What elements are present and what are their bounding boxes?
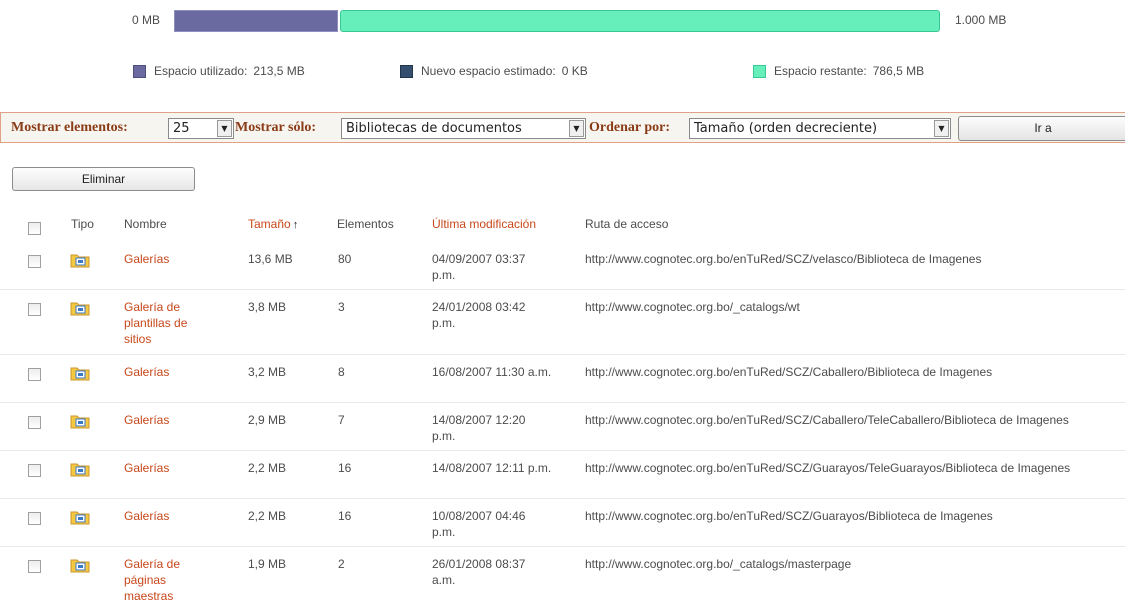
folder-library-icon bbox=[70, 415, 90, 429]
legend-used-label: Espacio utilizado: bbox=[154, 64, 248, 78]
row-last-modified: 10/08/2007 04:46 p.m. bbox=[432, 509, 526, 539]
row-last-modified: 04/09/2007 03:37 p.m. bbox=[432, 252, 526, 282]
select-all-checkbox[interactable] bbox=[28, 222, 41, 235]
filter-toolbar: Mostrar elementos: 25 ▼ Mostrar sólo: Bi… bbox=[0, 112, 1125, 143]
row-checkbox[interactable] bbox=[28, 464, 41, 477]
row-path: http://www.cognotec.org.bo/enTuRed/SCZ/G… bbox=[585, 509, 993, 523]
delete-button[interactable]: Eliminar bbox=[12, 167, 195, 191]
table-header: Tipo Nombre Tamaño ↑ Elementos Última mod… bbox=[0, 213, 1125, 239]
table-row: Galería de plantillas de sitios 3,8 MB 3 24… bbox=[0, 290, 1125, 355]
quota-min-label: 0 MB bbox=[132, 13, 161, 27]
storage-quota-panel: 0 MB 1.000 MB Espacio utilizado: 213,5 M… bbox=[0, 0, 1125, 100]
row-items: 80 bbox=[338, 252, 352, 266]
folder-library-icon bbox=[70, 302, 90, 316]
row-checkbox[interactable] bbox=[28, 303, 41, 316]
row-name-link[interactable]: Galerías bbox=[124, 412, 204, 428]
column-items[interactable]: Elementos bbox=[337, 217, 394, 231]
row-checkbox[interactable] bbox=[28, 255, 41, 268]
row-last-modified: 16/08/2007 11:30 a.m. bbox=[432, 365, 552, 379]
row-path: http://www.cognotec.org.bo/_catalogs/wt bbox=[585, 300, 800, 314]
legend-used: Espacio utilizado: 213,5 MB bbox=[133, 64, 305, 78]
show-items-select[interactable]: 25 ▼ bbox=[168, 118, 234, 139]
row-size: 13,6 MB bbox=[248, 252, 293, 266]
column-type: Tipo bbox=[71, 217, 94, 231]
folder-library-icon bbox=[70, 367, 90, 381]
chevron-down-icon[interactable]: ▼ bbox=[934, 120, 949, 137]
row-items: 8 bbox=[338, 365, 345, 379]
legend-new-value: 0 KB bbox=[561, 64, 588, 78]
chevron-down-icon[interactable]: ▼ bbox=[217, 120, 232, 137]
show-only-value: Bibliotecas de documentos bbox=[346, 121, 522, 136]
legend-used-value: 213,5 MB bbox=[253, 64, 305, 78]
folder-library-icon bbox=[70, 254, 90, 268]
table-row: Galerías 2,9 MB 7 14/08/2007 12:20 p.m. http… bbox=[0, 403, 1125, 451]
legend-free-value: 786,5 MB bbox=[872, 64, 925, 78]
row-name-link[interactable]: Galerías bbox=[124, 460, 204, 476]
legend-new-label: Nuevo espacio estimado: bbox=[421, 64, 556, 78]
row-size: 3,8 MB bbox=[248, 300, 287, 314]
table-row: Galerías 3,2 MB 8 16/08/2007 11:30 a.m. http… bbox=[0, 355, 1125, 403]
sort-by-label: Ordenar por: bbox=[589, 120, 671, 135]
row-path: http://www.cognotec.org.bo/_catalogs/mas… bbox=[585, 557, 852, 571]
column-size-label[interactable]: Tamaño bbox=[248, 217, 291, 231]
row-checkbox[interactable] bbox=[28, 368, 41, 381]
quota-bar-used bbox=[174, 10, 338, 32]
row-size: 2,2 MB bbox=[248, 509, 287, 523]
folder-library-icon bbox=[70, 559, 90, 573]
row-path: http://www.cognotec.org.bo/enTuRed/SCZ/G… bbox=[585, 461, 1071, 475]
row-items: 2 bbox=[338, 557, 345, 571]
column-last-modified[interactable]: Última modificación bbox=[432, 217, 536, 231]
row-checkbox[interactable] bbox=[28, 560, 41, 573]
row-checkbox[interactable] bbox=[28, 512, 41, 525]
row-size: 2,9 MB bbox=[248, 413, 287, 427]
quota-bar-free bbox=[340, 10, 940, 32]
row-items: 7 bbox=[338, 413, 345, 427]
table-row: Galería de páginas maestras 1,9 MB 2 26/01/… bbox=[0, 547, 1125, 604]
sort-ascending-icon: ↑ bbox=[292, 219, 299, 231]
row-last-modified: 14/08/2007 12:11 p.m. bbox=[432, 461, 552, 475]
show-only-label: Mostrar sólo: bbox=[235, 120, 316, 135]
legend-new: Nuevo espacio estimado: 0 KB bbox=[400, 64, 588, 78]
row-size: 1,9 MB bbox=[248, 557, 287, 571]
go-button[interactable]: Ir a bbox=[958, 116, 1125, 141]
legend-used-swatch bbox=[133, 64, 146, 78]
quota-bar bbox=[174, 10, 940, 32]
legend-free-swatch bbox=[753, 64, 766, 78]
quota-max-label: 1.000 MB bbox=[955, 13, 1007, 27]
row-path: http://www.cognotec.org.bo/enTuRed/SCZ/C… bbox=[585, 365, 993, 379]
show-only-select[interactable]: Bibliotecas de documentos ▼ bbox=[341, 118, 586, 139]
row-path: http://www.cognotec.org.bo/enTuRed/SCZ/v… bbox=[585, 252, 982, 266]
row-name-link[interactable]: Galerías bbox=[124, 364, 204, 380]
table-row: Galerías 2,2 MB 16 10/08/2007 04:46 p.m. htt… bbox=[0, 499, 1125, 547]
legend-new-swatch bbox=[400, 64, 413, 78]
table-row: Galerías 13,6 MB 80 04/09/2007 03:37 p.m. ht… bbox=[0, 242, 1125, 290]
column-name[interactable]: Nombre bbox=[124, 217, 167, 231]
table-row: Galerías 2,2 MB 16 14/08/2007 12:11 p.m. htt… bbox=[0, 451, 1125, 499]
row-checkbox[interactable] bbox=[28, 416, 41, 429]
row-name-link[interactable]: Galerías bbox=[124, 251, 204, 267]
row-name-link[interactable]: Galerías bbox=[124, 508, 204, 524]
column-path[interactable]: Ruta de acceso bbox=[585, 217, 668, 231]
sort-by-value: Tamaño (orden decreciente) bbox=[694, 121, 878, 136]
chevron-down-icon[interactable]: ▼ bbox=[569, 120, 584, 137]
row-items: 16 bbox=[338, 461, 352, 475]
row-size: 2,2 MB bbox=[248, 461, 287, 475]
folder-library-icon bbox=[70, 463, 90, 477]
folder-library-icon bbox=[70, 511, 90, 525]
row-last-modified: 24/01/2008 03:42 p.m. bbox=[432, 300, 526, 330]
show-items-value: 25 bbox=[173, 121, 190, 136]
row-last-modified: 14/08/2007 12:20 p.m. bbox=[432, 413, 526, 443]
legend-free: Espacio restante: 786,5 MB bbox=[753, 64, 924, 78]
show-items-label: Mostrar elementos: bbox=[11, 120, 128, 135]
row-name-link[interactable]: Galería de páginas maestras bbox=[124, 556, 204, 604]
row-size: 3,2 MB bbox=[248, 365, 287, 379]
row-last-modified: 26/01/2008 08:37 a.m. bbox=[432, 557, 526, 587]
legend-free-label: Espacio restante: bbox=[774, 64, 867, 78]
sort-by-select[interactable]: Tamaño (orden decreciente) ▼ bbox=[689, 118, 951, 139]
row-items: 16 bbox=[338, 509, 352, 523]
row-path: http://www.cognotec.org.bo/enTuRed/SCZ/C… bbox=[585, 413, 1069, 427]
column-size[interactable]: Tamaño ↑ bbox=[248, 217, 298, 231]
row-items: 3 bbox=[338, 300, 345, 314]
row-name-link[interactable]: Galería de plantillas de sitios bbox=[124, 299, 204, 347]
